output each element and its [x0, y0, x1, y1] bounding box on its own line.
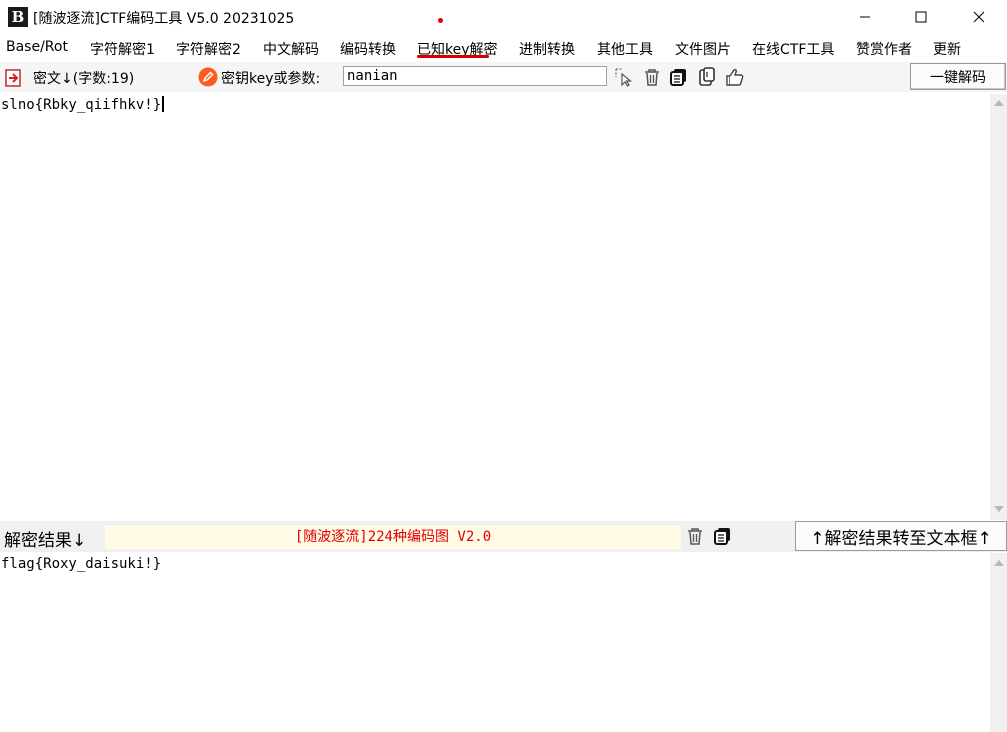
- minimize-icon: [860, 16, 870, 18]
- menu-file-image[interactable]: 文件图片: [675, 39, 731, 59]
- key-input[interactable]: [343, 66, 607, 86]
- close-icon: [973, 11, 985, 23]
- cipher-scrollbar[interactable]: [990, 94, 1007, 520]
- app-logo-icon: B: [8, 7, 28, 27]
- window-title: [随波逐流]CTF编码工具 V5.0 20231025: [33, 11, 295, 27]
- menu-char-decrypt-1[interactable]: 字符解密1: [90, 39, 155, 59]
- close-button[interactable]: [956, 0, 1002, 34]
- scroll-down-arrow-icon[interactable]: [994, 506, 1004, 512]
- minimize-button[interactable]: [842, 0, 888, 34]
- scroll-up-arrow-icon[interactable]: [994, 100, 1004, 106]
- menu-other-tools[interactable]: 其他工具: [597, 39, 653, 59]
- active-menu-underline: [417, 55, 489, 58]
- cipher-textarea[interactable]: slno{Rbky_qiifhkv!}: [0, 94, 990, 520]
- menu-bar: Base/Rot 字符解密1 字符解密2 中文解码 编码转换 已知key解密 进…: [0, 36, 1007, 60]
- result-scroll-up-arrow-icon[interactable]: [994, 560, 1004, 566]
- menu-online-ctf-tools[interactable]: 在线CTF工具: [752, 39, 834, 59]
- menu-base-rot[interactable]: Base/Rot: [6, 39, 68, 55]
- menu-update[interactable]: 更新: [933, 39, 961, 59]
- menu-donate-author[interactable]: 赞赏作者: [856, 39, 912, 59]
- menu-chinese-decode[interactable]: 中文解码: [263, 39, 319, 59]
- result-trash-icon[interactable]: [685, 526, 705, 546]
- red-dot-marker: [438, 18, 443, 23]
- copy-icon[interactable]: [669, 67, 689, 87]
- thumbs-up-icon[interactable]: [725, 67, 745, 87]
- result-text: flag{Roxy_daisuki!}: [1, 556, 162, 572]
- import-arrow-icon[interactable]: [4, 68, 24, 88]
- title-bar: B [随波逐流]CTF编码工具 V5.0 20231025: [0, 0, 1007, 34]
- result-label: 解密结果↓: [4, 531, 87, 551]
- cipher-text: slno{Rbky_qiifhkv!}: [1, 97, 162, 113]
- encoding-chart-banner[interactable]: [随波逐流]224种编码图 V2.0: [105, 525, 681, 549]
- maximize-button[interactable]: [898, 0, 944, 34]
- trash-icon[interactable]: [642, 67, 662, 87]
- text-caret: [162, 96, 165, 112]
- toolbar: 密文↓(字数:19) 密钥key或参数: 一键解码: [0, 62, 1007, 92]
- key-label: 密钥key或参数:: [221, 71, 321, 87]
- paste-icon[interactable]: [697, 67, 717, 87]
- menu-char-decrypt-2[interactable]: 字符解密2: [176, 39, 241, 59]
- one-key-decode-button[interactable]: 一键解码: [910, 63, 1006, 90]
- select-cursor-icon[interactable]: [614, 67, 634, 87]
- menu-encoding-convert[interactable]: 编码转换: [340, 39, 396, 59]
- pencil-icon[interactable]: [198, 67, 218, 87]
- result-scrollbar[interactable]: [990, 553, 1007, 732]
- cipher-label: 密文↓(字数:19): [33, 71, 135, 87]
- menu-base-convert[interactable]: 进制转换: [519, 39, 575, 59]
- maximize-icon: [915, 11, 927, 23]
- result-bar: 解密结果↓ [随波逐流]224种编码图 V2.0 ↑解密结果转至文本框↑: [0, 521, 1007, 552]
- transfer-result-button[interactable]: ↑解密结果转至文本框↑: [795, 521, 1007, 551]
- result-copy-icon[interactable]: [713, 526, 733, 546]
- result-textarea[interactable]: flag{Roxy_daisuki!}: [0, 553, 990, 732]
